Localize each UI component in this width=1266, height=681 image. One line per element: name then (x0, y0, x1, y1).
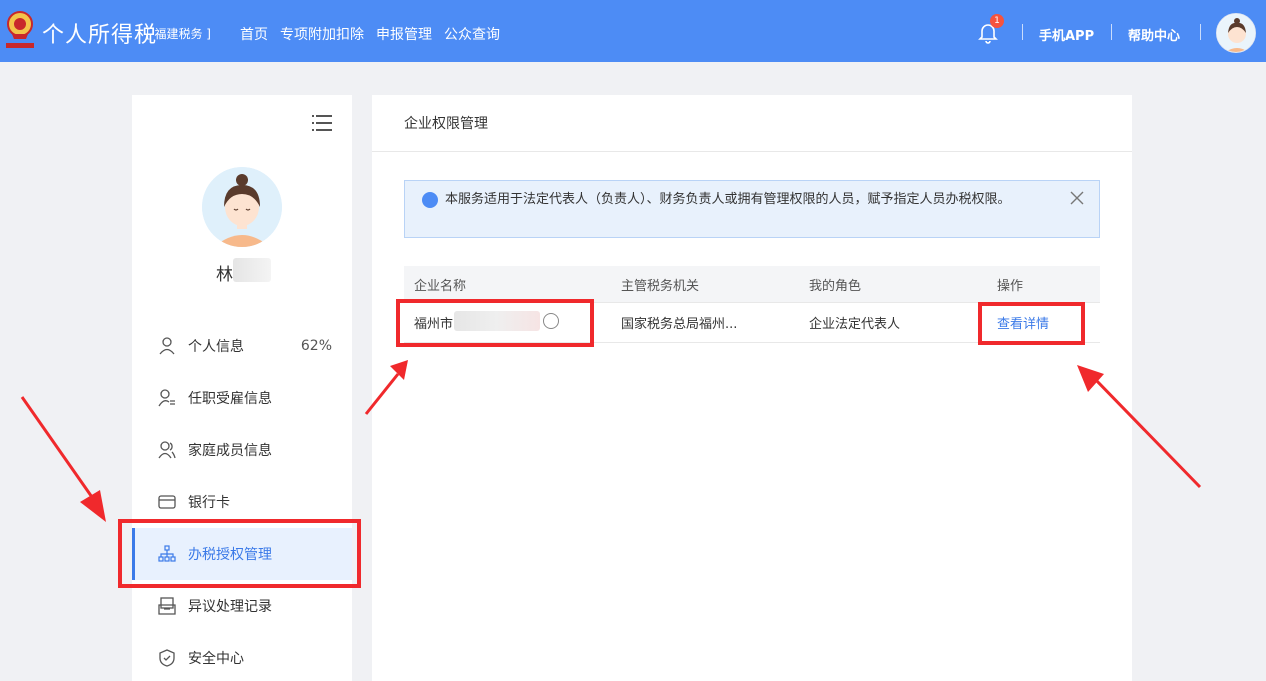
annotation-arrows (20, 360, 1202, 522)
